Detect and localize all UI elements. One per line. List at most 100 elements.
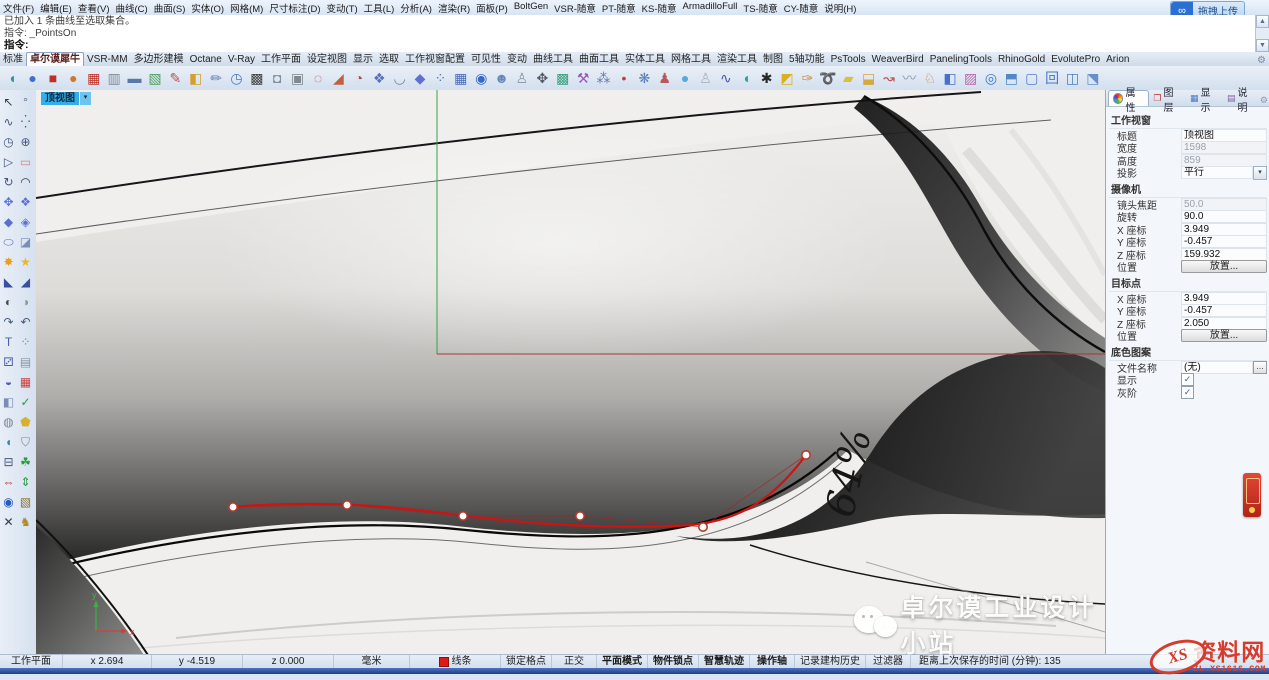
toolbar-tool-icon[interactable]: ☻ (491, 68, 511, 88)
menu-item[interactable]: 实体(O) (188, 1, 227, 15)
menu-item[interactable]: 工具(L) (361, 1, 398, 15)
curve-control-point[interactable] (576, 512, 584, 520)
panel-checkbox[interactable]: ✓ (1181, 373, 1194, 386)
toolbar-tool-icon[interactable]: ▰ (838, 68, 858, 88)
palette-tool-icon[interactable]: ▷ (0, 152, 17, 172)
palette-tool-icon[interactable]: ◧ (0, 392, 17, 412)
toolbar-tool-icon[interactable]: ▦ (451, 68, 471, 88)
panel-value-field[interactable]: 2.050 (1181, 317, 1267, 330)
ribbon-tab[interactable]: V-Ray (225, 53, 258, 66)
toolbar-tool-icon[interactable]: 〰 (899, 68, 919, 88)
toolbar-tool-icon[interactable]: 回 (1042, 68, 1062, 88)
ribbon-tab[interactable]: 曲线工具 (530, 53, 576, 66)
toolbar-tool-icon[interactable]: ● (675, 68, 695, 88)
toolbar-tool-icon[interactable]: ▥ (104, 68, 124, 88)
menu-item[interactable]: 曲线(C) (112, 1, 150, 15)
palette-tool-icon[interactable]: ↷ (0, 312, 17, 332)
toolbar-tool-icon[interactable]: • (614, 68, 634, 88)
palette-tool-icon[interactable]: ◑ (17, 292, 34, 312)
menu-item[interactable]: 尺寸标注(D) (266, 1, 323, 15)
menu-item[interactable]: 渲染(R) (435, 1, 473, 15)
ribbon-tab[interactable]: 5轴功能 (786, 53, 828, 66)
scroll-down-icon[interactable]: ▼ (1256, 39, 1269, 52)
panel-tab[interactable]: ▤ 说明 (1223, 91, 1260, 106)
panel-value-field[interactable]: 3.949 (1181, 292, 1267, 305)
ribbon-tab[interactable]: 制图 (760, 53, 786, 66)
palette-tool-icon[interactable]: ◠ (17, 172, 34, 192)
ribbon-tab[interactable]: 网格工具 (668, 53, 714, 66)
palette-tool-icon[interactable]: ❖ (17, 192, 34, 212)
menu-item[interactable]: 分析(A) (397, 1, 435, 15)
toolbar-tool-icon[interactable]: ⬒ (1001, 68, 1021, 88)
panel-value-field[interactable]: 3.949 (1181, 223, 1267, 236)
toolbar-tool-icon[interactable]: ◧ (186, 68, 206, 88)
panel-value-field[interactable]: 159.932 (1181, 248, 1267, 261)
ribbon-tab[interactable]: RhinoGold (995, 53, 1048, 66)
panel-checkbox[interactable]: ✓ (1181, 386, 1194, 399)
panel-gear-icon[interactable]: ⚙ (1260, 95, 1268, 106)
browse-file-button[interactable]: … (1253, 361, 1267, 374)
curve-control-point[interactable] (229, 503, 237, 511)
palette-tool-icon[interactable]: ◣ (0, 272, 17, 292)
curve-control-point[interactable] (802, 451, 810, 459)
toolbar-tool-icon[interactable]: ◡ (389, 68, 409, 88)
ribbon-tab[interactable]: 标准 (0, 53, 26, 66)
toolbar-tool-icon[interactable]: ◎ (981, 68, 1001, 88)
ribbon-tab[interactable]: VSR-MM (84, 53, 131, 66)
panel-tab[interactable]: ❐ 图层 (1149, 91, 1186, 106)
toolbar-tool-icon[interactable]: ⚒ (573, 68, 593, 88)
toolbar-tool-icon[interactable]: ◧ (940, 68, 960, 88)
ribbon-tab[interactable]: 变动 (504, 53, 530, 66)
palette-tool-icon[interactable]: ♞ (17, 512, 34, 532)
menu-item[interactable]: 查看(V) (75, 1, 113, 15)
ribbon-tab[interactable]: 渲染工具 (714, 53, 760, 66)
palette-tool-icon[interactable]: ◉ (0, 492, 17, 512)
dropdown-arrow-icon[interactable]: ▾ (1253, 166, 1267, 180)
palette-tool-icon[interactable]: ✕ (0, 512, 17, 532)
toolbar-tool-icon[interactable]: ▨ (960, 68, 980, 88)
curve-control-point[interactable] (459, 512, 467, 520)
toolbar-tool-icon[interactable]: ● (63, 68, 83, 88)
status-toggle[interactable]: 操作轴 (750, 655, 795, 668)
toolbar-tool-icon[interactable]: ⬔ (1083, 68, 1103, 88)
panel-value-field[interactable]: -0.457 (1181, 304, 1267, 317)
palette-tool-icon[interactable]: ↶ (17, 312, 34, 332)
toolbar-tool-icon[interactable]: ↝ (879, 68, 899, 88)
toolbar-tool-icon[interactable]: ◌ (308, 68, 328, 88)
viewport-dropdown-icon[interactable]: ▾ (80, 92, 91, 105)
toolbar-tool-icon[interactable]: ◫ (1062, 68, 1082, 88)
viewport-canvas[interactable]: 顶视图 ▾ (36, 90, 1105, 655)
toolbar-tool-icon[interactable]: ✥ (532, 68, 552, 88)
units-indicator[interactable]: 毫米 (334, 655, 410, 668)
scroll-up-icon[interactable]: ▲ (1256, 15, 1269, 28)
toolbar-tool-icon[interactable]: ▧ (145, 68, 165, 88)
ribbon-tab[interactable]: 选取 (376, 53, 402, 66)
palette-tool-icon[interactable]: ◆ (0, 212, 17, 232)
command-history[interactable]: 已加入 1 条曲线至选取集合。 指令: _PointsOn (0, 15, 1269, 42)
palette-tool-icon[interactable]: ✓ (17, 392, 34, 412)
menu-item[interactable]: KS-随意 (639, 1, 680, 15)
toolbar-tool-icon[interactable]: ✱ (756, 68, 776, 88)
palette-tool-icon[interactable]: ▦ (17, 372, 34, 392)
ribbon-tab[interactable]: WeaverBird (869, 53, 927, 66)
status-toggle[interactable]: 平面模式 (597, 655, 648, 668)
toolbar-tool-icon[interactable]: ◖ (2, 68, 22, 88)
palette-tool-icon[interactable]: ▭ (17, 152, 34, 172)
menu-item[interactable]: 变动(T) (324, 1, 361, 15)
toolbar-tool-icon[interactable]: ♘ (920, 68, 940, 88)
toolbar-tool-icon[interactable]: ◔ (349, 68, 369, 88)
palette-tool-icon[interactable]: ◪ (17, 232, 34, 252)
ribbon-tab[interactable]: 显示 (350, 53, 376, 66)
command-scrollbar[interactable]: ▲ ▼ (1255, 15, 1269, 52)
ribbon-tab[interactable]: 设定视图 (304, 53, 350, 66)
cplane-button[interactable]: 工作平面 (0, 655, 63, 668)
palette-tool-icon[interactable]: ⬟ (17, 412, 34, 432)
toolbar-tool-icon[interactable]: ⁘ (430, 68, 450, 88)
curve-control-point[interactable] (699, 523, 707, 531)
ribbon-tab[interactable]: 实体工具 (622, 53, 668, 66)
palette-tool-icon[interactable]: ✸ (0, 252, 17, 272)
toolbar-tool-icon[interactable]: ◩ (777, 68, 797, 88)
place-button[interactable]: 放置... (1181, 260, 1267, 273)
palette-tool-icon[interactable]: ◷ (0, 132, 17, 152)
toolbar-tool-icon[interactable]: ◆ (410, 68, 430, 88)
